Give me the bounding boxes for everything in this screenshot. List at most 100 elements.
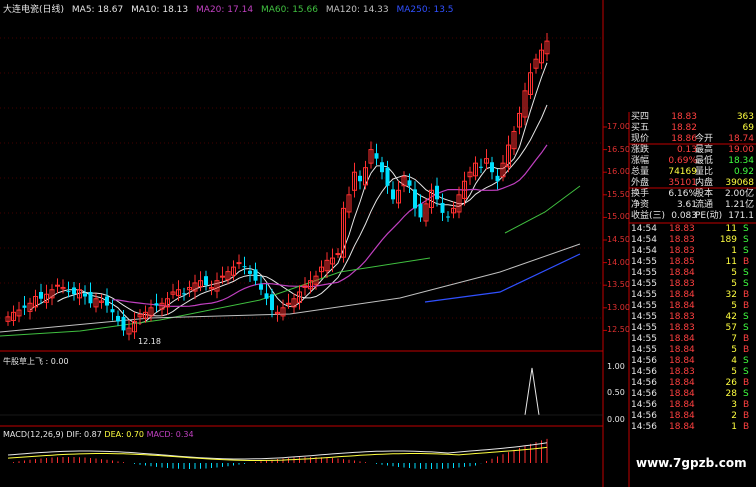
price-tick: 14.50 [607,235,630,244]
trade-price: 18.85 [669,257,695,267]
candle-body-down [374,153,379,159]
macd-legend: MACD(12,26,9) DIF: 0.87 DEA: 0.70 MACD: … [3,430,194,439]
candle-body-down [121,316,126,331]
quote-value: 0.083 [671,211,697,221]
trade-price: 18.83 [669,235,695,245]
trade-time: 14:56 [631,411,657,421]
trade-price: 18.84 [669,400,695,410]
trade-row: 14:56 18.84 1 B [629,422,756,433]
trade-row: 14:56 18.84 4 S [629,356,756,367]
candle-body-up [286,302,291,305]
trade-volume: 7 [731,334,737,344]
quote-row: 净资 3.61 流通 1.21亿 [629,200,756,211]
candle-body-down [88,291,93,304]
trade-price: 18.84 [669,301,695,311]
stock-chart-window: 大连电瓷(日线) MA5: 18.67 MA10: 18.13 MA20: 17… [0,0,756,487]
trade-volume: 4 [731,356,737,366]
candle-body-up [220,275,225,278]
price-tick: 16.50 [607,144,630,154]
trade-price: 18.84 [669,411,695,421]
trade-volume: 3 [731,400,737,410]
trade-time: 14:56 [631,356,657,366]
quote-label-right: 最低 [695,156,714,166]
indicator-tick-1: 1.00 [607,362,625,371]
trade-side: B [743,301,750,311]
trade-volume: 5 [731,301,737,311]
trade-row: 14:56 18.84 2 B [629,411,756,422]
candle-body-down [391,189,395,200]
candle-body-down [253,269,258,281]
trade-price: 18.84 [669,378,695,388]
trade-price: 18.84 [669,345,695,355]
candle-body-down [154,303,159,306]
candle-body-down [264,293,269,299]
quote-row: 换手 6.16% 股本 2.00亿 [629,189,756,200]
quote-label-right: 最高 [695,145,714,155]
candle-body-down [407,180,412,186]
low-price-marker: 12.18 [138,337,161,346]
trade-price: 18.83 [669,312,695,322]
quote-value-right: 363 [736,112,754,122]
quote-label: 净资 [631,200,650,210]
trade-side: S [743,246,749,256]
quote-label: 涨幅 [631,156,650,166]
trade-side: S [743,356,749,366]
candle-body-down [204,276,208,286]
trade-side: B [743,411,750,421]
trade-row: 14:56 18.84 28 S [629,389,756,400]
trade-volume: 5 [731,345,737,355]
trade-side: S [743,279,749,289]
trade-price: 18.83 [669,323,695,333]
quote-row: 涨跌 0.13 最高 19.00 [629,145,756,156]
candle-body-up [55,284,60,287]
trade-time: 14:56 [631,422,657,432]
candle-body-down [105,296,109,306]
quote-value: 6.16% [668,189,697,199]
quote-value: 74169 [668,167,697,177]
ma250-line [424,253,581,303]
quote-label: 买四 [631,112,650,122]
trade-row: 14:56 18.83 5 S [629,367,756,378]
trade-volume: 5 [731,279,737,289]
trade-time: 14:55 [631,323,657,333]
quote-value: 18.82 [671,123,697,133]
indicator-lines [0,367,603,416]
trade-price: 18.83 [669,224,695,234]
quote-value-right: 39068 [725,178,754,188]
quote-row: 总量 74169 量比 0.92 [629,167,756,178]
quote-label: 收益(三) [631,211,666,221]
trade-row: 14:55 18.83 57 S [629,323,756,334]
trade-side: B [743,345,750,355]
trade-row: 14:54 18.83 11 S [629,224,756,235]
ma120-line [0,243,581,333]
trade-volume: 1 [731,422,737,432]
candle-body-down [248,270,252,274]
trade-row: 14:55 18.84 5 S [629,268,756,279]
trade-side: B [743,290,750,300]
trade-time: 14:55 [631,312,657,322]
quote-label-right: 量比 [695,167,714,177]
quote-value: 35101 [668,178,697,188]
trade-volume: 189 [719,235,737,245]
trade-side: S [743,224,749,234]
trade-side: B [743,334,750,344]
indicator-tick-05: 0.50 [607,388,625,397]
price-tick: 13.50 [607,280,630,290]
candle-body-down [385,167,390,186]
quote-row: 买五 18.82 69 [629,123,756,134]
trade-side: S [743,268,749,278]
quote-label: 涨跌 [631,145,650,155]
candle-body-down [495,175,500,182]
quote-value: 3.61 [676,200,697,210]
candle-body-up [335,253,341,256]
quote-row: 收益(三) 0.083 PE(动) 171.1 [629,211,756,222]
candle-body-down [270,294,274,311]
macd-dif-line [7,442,548,460]
quote-row: 涨幅 0.69% 最低 18.34 [629,156,756,167]
trade-row: 14:54 18.83 189 S [629,235,756,246]
trade-row: 14:55 18.83 5 S [629,279,756,290]
price-tick: 15.00 [607,212,630,222]
trade-row: 14:55 18.84 5 B [629,345,756,356]
candle-body-down [66,291,71,293]
ma20-line [112,144,548,308]
